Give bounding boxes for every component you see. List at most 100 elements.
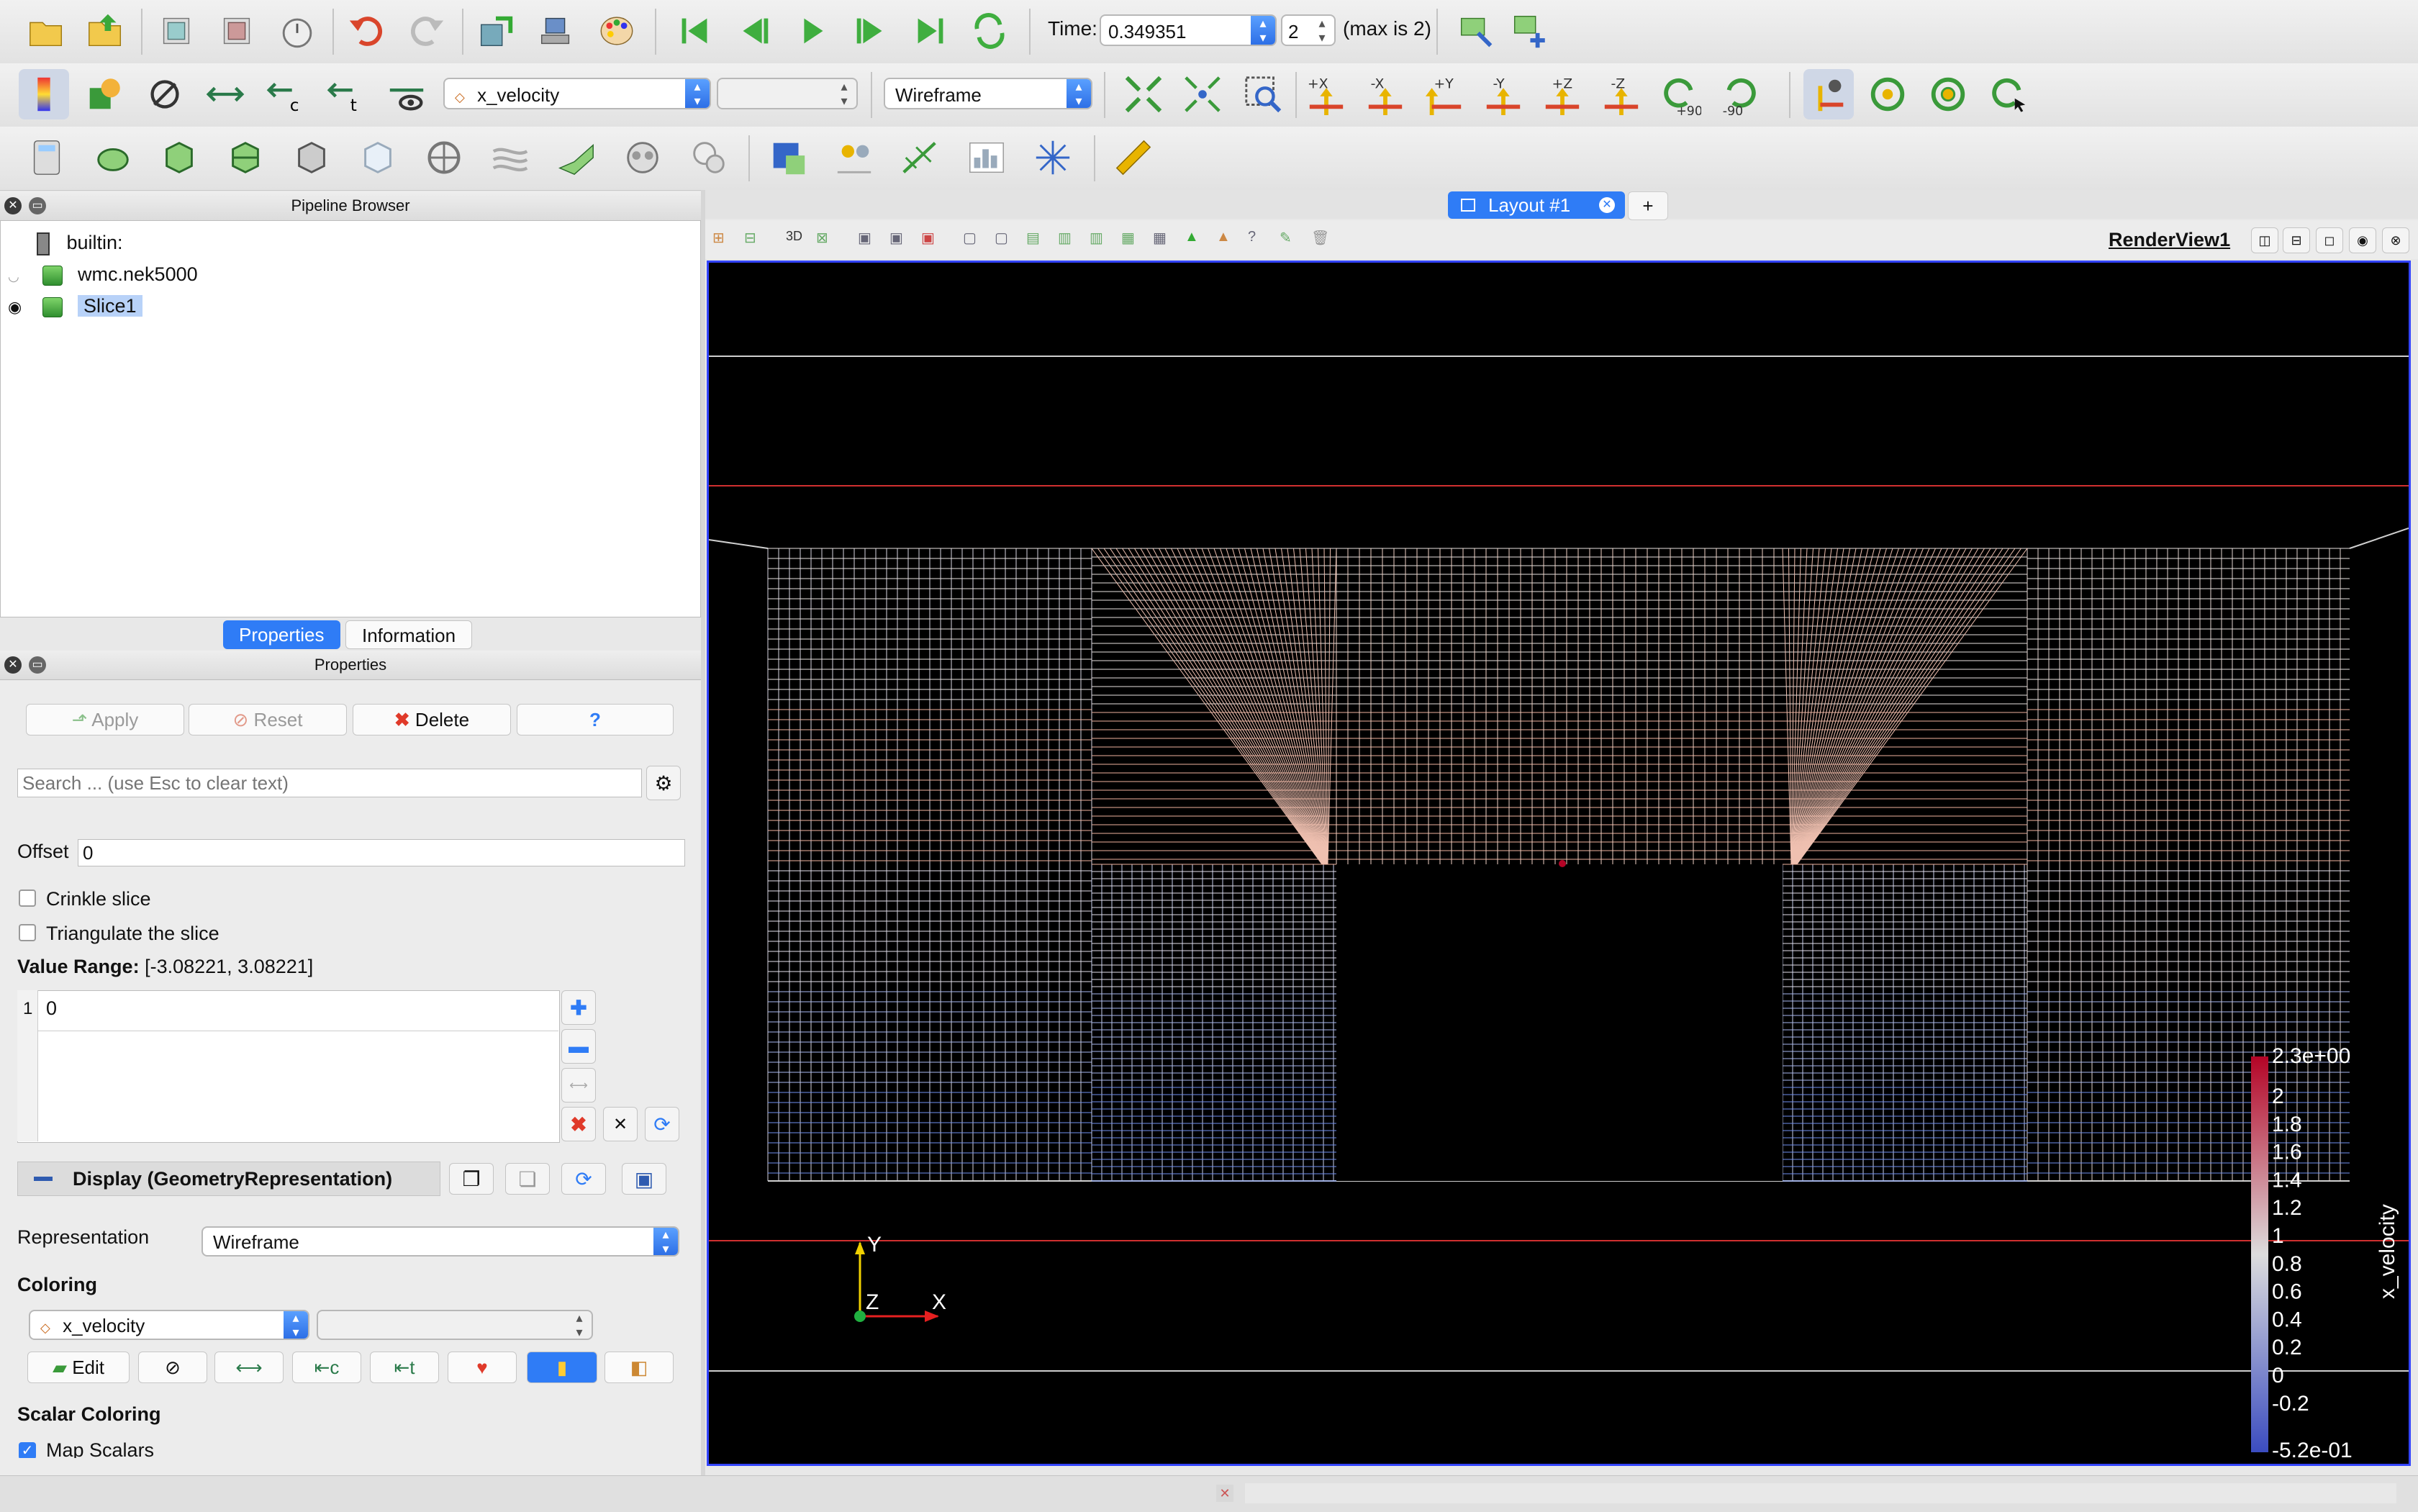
split-vertical-icon[interactable]: ⊟ (2283, 227, 2310, 253)
properties-search-input[interactable] (17, 769, 642, 797)
rescale-custom-button[interactable]: ⟷ (214, 1352, 284, 1383)
copy-properties-icon[interactable]: ❐ (449, 1163, 494, 1195)
find-data-icon[interactable]: ? (1248, 229, 1256, 245)
pipeline-item-builtin[interactable]: builtin: (37, 228, 123, 257)
rescale-visible-button[interactable]: ⇤c (292, 1352, 361, 1383)
reset-range-button[interactable]: ⊘ (138, 1352, 207, 1383)
load-state-icon[interactable] (151, 6, 202, 56)
eye-open-icon[interactable]: ◉ (8, 293, 28, 322)
rescale-visible-range-icon[interactable] (381, 69, 432, 119)
zoom-to-box-icon[interactable] (1238, 69, 1288, 119)
extract-subset-icon[interactable] (353, 132, 403, 183)
add-value-icon[interactable]: ✚ (561, 990, 596, 1025)
close-tab-icon[interactable]: ✕ (1599, 197, 1615, 213)
close-panel-icon[interactable]: ✕ (4, 197, 22, 214)
color-component-select[interactable]: ▴ ▾ (717, 78, 858, 109)
extract-level-icon[interactable] (684, 132, 734, 183)
apply-button[interactable]: ⬏ Apply (26, 704, 184, 735)
threshold-icon[interactable] (286, 132, 337, 183)
select-cells-icon[interactable]: ▣ (858, 229, 871, 247)
delete-button[interactable]: ✖ Delete (353, 704, 511, 735)
save-state-icon[interactable] (212, 6, 262, 56)
close-panel-icon[interactable]: ✕ (4, 656, 22, 674)
group-datasets-icon[interactable] (617, 132, 668, 183)
float-panel-icon[interactable]: ▭ (29, 656, 46, 674)
warp-vector-icon[interactable] (551, 132, 602, 183)
remove-value-icon[interactable]: ▬ (561, 1029, 596, 1064)
advanced-settings-icon[interactable]: ⚙ (646, 766, 681, 800)
coloring-component-select[interactable]: ▴ ▾ (317, 1310, 593, 1340)
rescale-visible-icon[interactable]: c (261, 69, 311, 119)
rescale-temporal-button[interactable]: ⇤t (370, 1352, 439, 1383)
view-plus-z-icon[interactable]: +Z (1537, 69, 1588, 119)
color-map-editor-icon[interactable] (79, 69, 130, 119)
toggle-colorbar-button[interactable]: ▮ (527, 1352, 597, 1383)
coloring-array-select[interactable]: ◇ x_velocity ▴ ▾ (29, 1310, 309, 1340)
float-panel-icon[interactable]: ▭ (29, 197, 46, 214)
crinkle-slice-checkbox[interactable] (19, 889, 36, 907)
collapse-icon[interactable] (34, 1177, 53, 1181)
maximize-view-icon[interactable]: ◻ (2316, 227, 2343, 253)
hover-cells-icon[interactable]: ▥ (1090, 229, 1103, 247)
shrink-selection-icon[interactable]: ▦ (1153, 229, 1167, 247)
edit-selection-icon[interactable]: ✎ (1280, 229, 1292, 247)
loop-icon[interactable] (964, 6, 1015, 56)
view-minus-z-icon[interactable]: -Z (1596, 69, 1647, 119)
copy-screenshot-icon[interactable]: ⊟ (744, 229, 756, 247)
reset-center-icon[interactable] (1923, 69, 1973, 119)
add-camera-icon[interactable] (1504, 6, 1554, 56)
view-minus-y-icon[interactable]: -Y (1478, 69, 1529, 119)
slice-values-row[interactable] (17, 990, 558, 1031)
calculator-icon[interactable] (22, 132, 72, 183)
slice-row-value[interactable]: 0 (46, 997, 57, 1020)
edit-camera-icon[interactable] (1451, 6, 1501, 56)
view-plus-x-icon[interactable]: +X (1301, 69, 1351, 119)
refresh-values-icon[interactable]: ⟳ (645, 1107, 679, 1141)
select-frustum-icon[interactable]: ▣ (921, 229, 935, 247)
edit-colormap-button[interactable]: ▰ Edit (27, 1352, 130, 1383)
select-block-icon[interactable]: ▢ (995, 229, 1008, 247)
connect-icon[interactable] (471, 6, 521, 56)
plot-selection-icon[interactable]: ▲ (1216, 229, 1231, 245)
redo-icon[interactable] (402, 6, 452, 56)
undo-icon[interactable] (341, 6, 391, 56)
layout-tab[interactable]: Layout #1 ✕ (1448, 191, 1625, 219)
split-horizontal-icon[interactable]: ◫ (2251, 227, 2278, 253)
edit-colorbar-button[interactable]: ◧ (604, 1352, 674, 1383)
restore-defaults-icon[interactable]: ⟳ (561, 1163, 606, 1195)
extract-selection-icon[interactable]: ▲ (1185, 229, 1199, 245)
rescale-temporal-icon[interactable]: t (321, 69, 371, 119)
view-minus-x-icon[interactable]: -X (1360, 69, 1410, 119)
save-defaults-icon[interactable]: ▣ (622, 1163, 666, 1195)
add-range-icon[interactable]: ⟷ (561, 1068, 596, 1103)
hover-points-icon[interactable]: ▥ (1058, 229, 1072, 247)
glyph-icon[interactable] (419, 132, 469, 183)
close-view-icon[interactable]: ⊗ (2382, 227, 2409, 253)
clip-icon[interactable] (154, 132, 204, 183)
grow-selection-icon[interactable]: ▦ (1121, 229, 1135, 247)
offset-field[interactable]: 0 (78, 839, 685, 866)
time-field[interactable]: 0.349351 ▴ ▾ (1100, 14, 1277, 46)
play-icon[interactable] (787, 6, 838, 56)
render-canvas[interactable]: Y Z X 2.3e+00 2 1.8 1.6 1.4 1.2 1 0.8 0.6 0.4 0.2 0… (709, 263, 2409, 1464)
recent-files-icon[interactable] (81, 6, 131, 56)
pipeline-item-slice1[interactable]: ◉ Slice1 (8, 291, 142, 320)
timer-icon[interactable] (272, 6, 322, 56)
plot-selection-icon[interactable] (829, 132, 879, 183)
eye-closed-icon[interactable]: ◡ (8, 262, 28, 291)
clear-selection-icon[interactable]: 🗑 (1311, 229, 1329, 247)
select-points-icon[interactable]: ▣ (889, 229, 903, 247)
histogram-icon[interactable] (961, 132, 1012, 183)
camera-link-icon[interactable]: ⊠ (816, 229, 828, 247)
color-array-select[interactable]: ◇ x_velocity ▴ ▾ (443, 78, 711, 109)
tab-information[interactable]: Information (345, 620, 473, 649)
palette-icon[interactable] (592, 6, 642, 56)
disconnect-icon[interactable] (531, 6, 581, 56)
ruler-icon[interactable] (1108, 132, 1159, 183)
reset-range-icon[interactable] (140, 69, 190, 119)
close-output-icon[interactable]: ✕ (1216, 1485, 1233, 1502)
view-plus-y-icon[interactable]: +Y (1419, 69, 1470, 119)
last-frame-icon[interactable] (905, 6, 956, 56)
display-section-header[interactable]: Display (GeometryRepresentation) (17, 1162, 440, 1196)
show-orientation-axes-icon[interactable] (1803, 69, 1854, 119)
